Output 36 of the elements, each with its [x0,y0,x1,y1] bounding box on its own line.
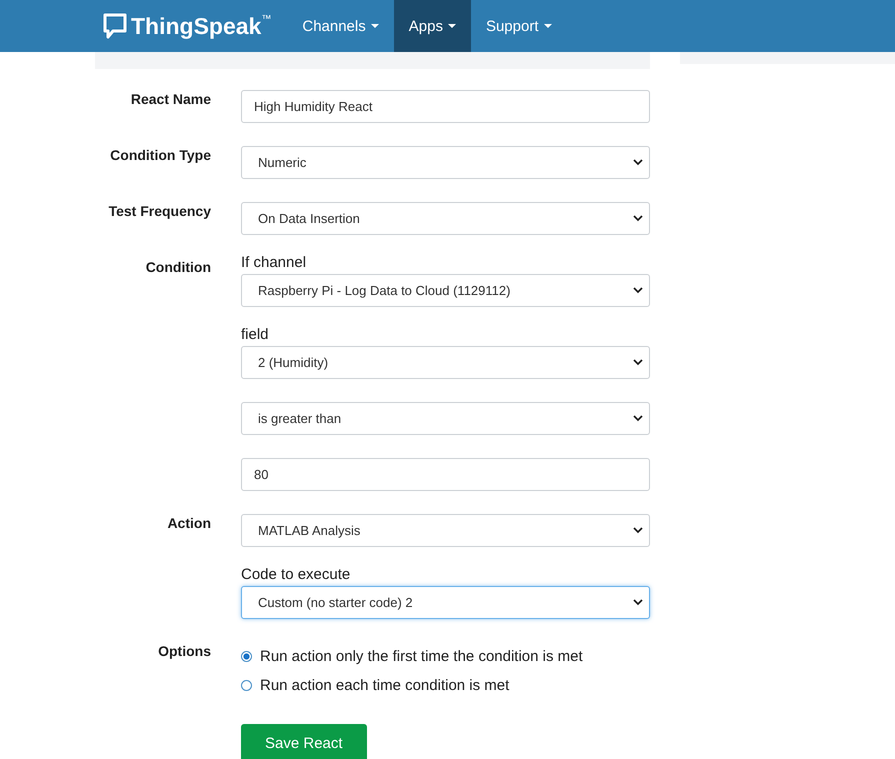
trademark: ™ [261,14,272,25]
chevron-down-icon [633,415,643,422]
radio-label[interactable]: Run action each time condition is met [260,677,510,694]
dropdown[interactable]: 2 (Humidity) [241,346,650,379]
chevron-down-icon [633,527,643,534]
nav-menu-item[interactable]: Support [470,0,566,52]
dropdown[interactable]: Numeric [241,146,650,179]
dropdown[interactable]: On Data Insertion [241,202,650,235]
nav-menu-item[interactable]: Apps [394,0,471,52]
field-label: React Name [130,90,211,109]
field-label: Options [157,642,211,661]
input-field[interactable]: 80 [241,458,650,491]
dropdown[interactable]: MATLAB Analysis [241,514,650,547]
chevron-down-icon [633,287,643,294]
field-label: Test Frequency [108,202,211,221]
chevron-down-icon [633,159,643,166]
chevron-down-icon [633,215,643,222]
nav-menu-item[interactable]: Channels [287,0,394,52]
field-caption: field [241,326,270,345]
field-label: Condition [144,258,211,277]
brand-name[interactable]: ThingSpeak [131,12,262,40]
chevron-down-icon [633,359,643,366]
chevron-down-icon [633,599,643,606]
save-button[interactable]: Save React [241,724,367,759]
radio-label[interactable]: Run action only the first time the condition is met [260,648,583,665]
dropdown[interactable]: is greater than [241,402,650,435]
radio-button[interactable] [241,651,252,662]
field-label: Action [166,514,211,533]
field-caption: Code to execute [241,566,352,585]
radio-button[interactable] [241,680,252,691]
field-label: Condition Type [109,146,211,165]
input-field[interactable]: High Humidity React [241,90,650,123]
dropdown[interactable]: Raspberry Pi - Log Data to Cloud (1129112) [241,274,650,307]
field-caption: If channel [241,254,308,273]
dropdown[interactable]: Custom (no starter code) 2 [241,586,650,619]
speech-bubble-icon [103,13,127,39]
